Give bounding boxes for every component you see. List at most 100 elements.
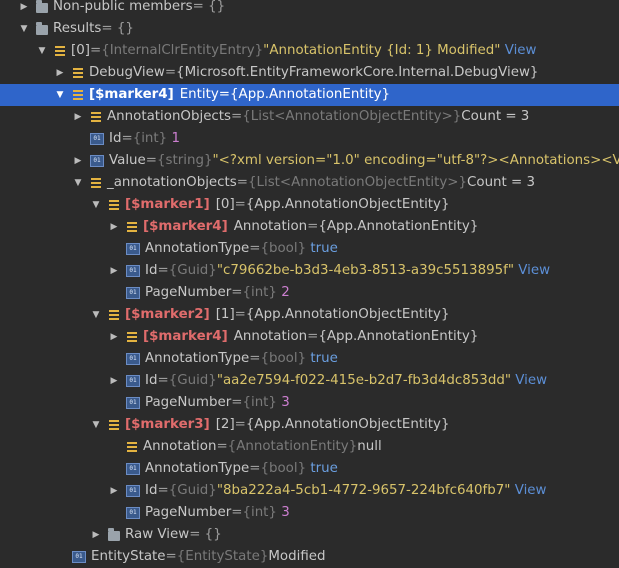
- expand-arrow-icon[interactable]: ▶: [90, 524, 102, 546]
- view-link[interactable]: View: [518, 260, 550, 282]
- variable-name: Id: [145, 480, 157, 502]
- expand-arrow-icon[interactable]: ▶: [54, 62, 66, 84]
- string-value: "<?xml version="1.0" encoding="utf-8"?><…: [213, 150, 619, 172]
- variable-name: AnnotationType: [145, 458, 249, 480]
- view-link[interactable]: View: [515, 480, 547, 502]
- expand-arrow-icon[interactable]: ▶: [108, 216, 120, 238]
- string-value: "c79662be-b3d3-4eb3-8513-a39c5513895f": [217, 260, 514, 282]
- tree-row-annotationobjects[interactable]: ▶ AnnotationObjects = {List<AnnotationOb…: [0, 106, 619, 128]
- view-link[interactable]: View: [515, 370, 547, 392]
- type-label: {Guid}: [169, 370, 217, 392]
- tree-row-item-2[interactable]: ▼ [$marker3][2] = {App.AnnotationObjectE…: [0, 414, 619, 436]
- tree-row-debugview[interactable]: ▶ DebugView = {Microsoft.EntityFramework…: [0, 62, 619, 84]
- equals-sign: =: [235, 194, 246, 216]
- collapse-arrow-icon[interactable]: ▼: [36, 40, 48, 62]
- equals-sign: =: [231, 106, 242, 128]
- expand-arrow-icon[interactable]: ▶: [72, 150, 84, 172]
- object-icon: [90, 177, 102, 189]
- tree-row-entity-selected[interactable]: ▼ [$marker4]Entity = {App.AnnotationEnti…: [0, 84, 619, 106]
- equals-sign: =: [231, 282, 242, 304]
- collapse-arrow-icon[interactable]: ▼: [90, 414, 102, 436]
- equals-sign: =: [231, 392, 242, 414]
- expand-arrow-icon[interactable]: ▶: [108, 480, 120, 502]
- number-value: 3: [281, 392, 290, 414]
- variable-name: Value: [109, 150, 146, 172]
- collapse-arrow-icon[interactable]: ▼: [18, 18, 30, 40]
- variable-name: DebugView: [89, 62, 165, 84]
- folder-icon: [36, 3, 48, 13]
- tree-row-guid-id[interactable]: ▶ 01 Id = {Guid} "aa2e7594-f022-415e-b2d…: [0, 370, 619, 392]
- collapse-arrow-icon[interactable]: ▼: [72, 172, 84, 194]
- object-icon: [126, 441, 138, 453]
- object-value: {App.AnnotationObjectEntity}: [246, 304, 450, 326]
- primitive-icon: 01: [126, 287, 140, 299]
- equals-sign: =: [237, 172, 248, 194]
- tree-row-guid-id[interactable]: ▶ 01 Id = {Guid} "c79662be-b3d3-4eb3-851…: [0, 260, 619, 282]
- expand-arrow-icon[interactable]: ▶: [18, 0, 30, 18]
- variable-name: Annotation: [234, 326, 307, 348]
- equals-sign: =: [249, 458, 260, 480]
- marker-label: [$marker3]: [125, 414, 210, 436]
- expand-arrow-icon[interactable]: ▶: [72, 106, 84, 128]
- marker-label: [$marker4]: [143, 216, 228, 238]
- view-link[interactable]: View: [505, 40, 537, 62]
- tree-row-annotation[interactable]: ▶ [$marker4]Annotation = {App.Annotation…: [0, 216, 619, 238]
- tree-row-annotation-null[interactable]: Annotation = {AnnotationEntity} null: [0, 436, 619, 458]
- primitive-icon: 01: [126, 353, 140, 365]
- variable-name: [0]: [71, 40, 90, 62]
- type-label: {int}: [242, 282, 277, 304]
- type-label: {bool}: [260, 458, 306, 480]
- number-value: 1: [171, 128, 180, 150]
- tree-row-nonpublic-members[interactable]: ▶ Non-public members = {}: [0, 0, 619, 18]
- expand-arrow-icon[interactable]: ▶: [108, 326, 120, 348]
- primitive-icon: 01: [126, 243, 140, 255]
- equals-sign: =: [157, 370, 168, 392]
- variable-name: Raw View: [125, 524, 189, 546]
- primitive-icon: 01: [90, 133, 104, 145]
- object-icon: [72, 67, 84, 79]
- marker-label: [$marker4]: [89, 84, 174, 106]
- tree-row-guid-id[interactable]: ▶ 01 Id = {Guid} "8ba222a4-5cb1-4772-965…: [0, 480, 619, 502]
- primitive-icon: 01: [126, 485, 140, 497]
- variable-name: Annotation: [143, 436, 216, 458]
- tree-row-pagenumber[interactable]: 01 PageNumber = {int} 2: [0, 282, 619, 304]
- folder-icon: [36, 25, 48, 35]
- equals-sign: =: [219, 84, 230, 106]
- collapse-arrow-icon[interactable]: ▼: [90, 304, 102, 326]
- equals-sign: =: [157, 480, 168, 502]
- string-value: "aa2e7594-f022-415e-b2d7-fb3d4dc853dd": [217, 370, 511, 392]
- type-label: {InternalClrEntityEntry}: [101, 40, 263, 62]
- primitive-icon: 01: [72, 551, 86, 563]
- tree-row-results-0[interactable]: ▼ [0] = {InternalClrEntityEntry} "Annota…: [0, 40, 619, 62]
- tree-row-annotationtype[interactable]: 01 AnnotationType = {bool} true: [0, 348, 619, 370]
- collapse-arrow-icon[interactable]: ▼: [54, 84, 66, 106]
- variable-name: AnnotationType: [145, 348, 249, 370]
- type-label: {Guid}: [169, 480, 217, 502]
- type-label: {int}: [242, 502, 277, 524]
- tree-row-value[interactable]: ▶ 01 Value = {string} "<?xml version="1.…: [0, 150, 619, 172]
- folder-icon: [108, 531, 120, 541]
- tree-row-raw-view[interactable]: ▶ Raw View = {}: [0, 524, 619, 546]
- expand-arrow-icon[interactable]: ▶: [108, 370, 120, 392]
- object-value: {App.AnnotationObjectEntity}: [246, 414, 450, 436]
- number-value: 3: [281, 502, 290, 524]
- expand-arrow-icon[interactable]: ▶: [108, 260, 120, 282]
- count-value: Count = 3: [467, 172, 535, 194]
- tree-row-annotationtype[interactable]: 01 AnnotationType = {bool} true: [0, 238, 619, 260]
- equals-sign: = {}: [189, 524, 222, 546]
- type-label: {EntityState}: [177, 546, 269, 568]
- equals-sign: =: [231, 502, 242, 524]
- object-value: {App.AnnotationEntity}: [230, 84, 390, 106]
- tree-row-pagenumber[interactable]: 01 PageNumber = {int} 3: [0, 502, 619, 524]
- tree-row-annotationtype[interactable]: 01 AnnotationType = {bool} true: [0, 458, 619, 480]
- tree-row-annotationobjects-field[interactable]: ▼ _annotationObjects = {List<AnnotationO…: [0, 172, 619, 194]
- tree-row-id[interactable]: 01 Id = {int} 1: [0, 128, 619, 150]
- tree-row-item-0[interactable]: ▼ [$marker1][0] = {App.AnnotationObjectE…: [0, 194, 619, 216]
- tree-row-entitystate[interactable]: 01 EntityState = {EntityState} Modified: [0, 546, 619, 568]
- object-value: {App.AnnotationObjectEntity}: [246, 194, 450, 216]
- tree-row-item-1[interactable]: ▼ [$marker2][1] = {App.AnnotationObjectE…: [0, 304, 619, 326]
- tree-row-pagenumber[interactable]: 01 PageNumber = {int} 3: [0, 392, 619, 414]
- tree-row-results[interactable]: ▼ Results = {}: [0, 18, 619, 40]
- collapse-arrow-icon[interactable]: ▼: [90, 194, 102, 216]
- tree-row-annotation[interactable]: ▶ [$marker4]Annotation = {App.Annotation…: [0, 326, 619, 348]
